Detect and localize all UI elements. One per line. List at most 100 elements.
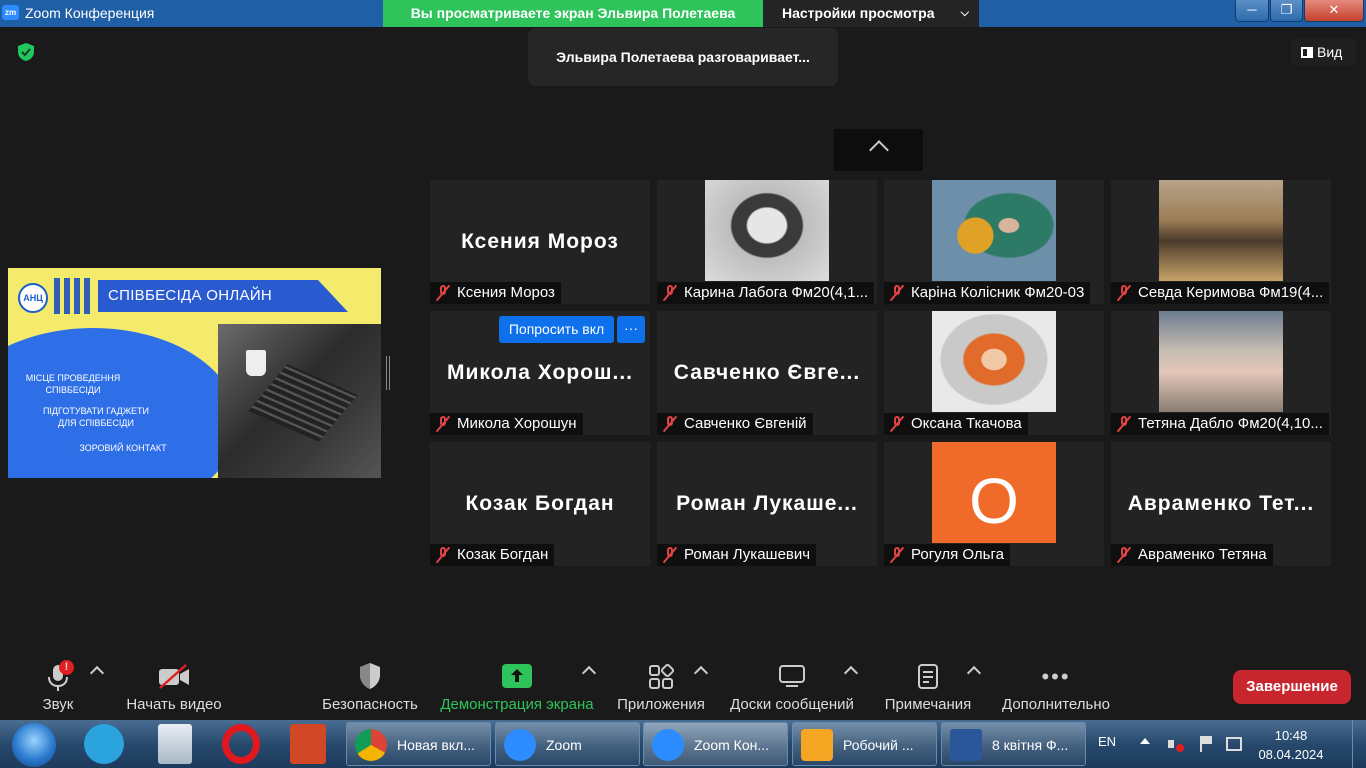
minimize-button[interactable]: ─ (1235, 0, 1269, 22)
muted-mic-icon (662, 415, 678, 433)
audio-alert-badge: ! (59, 660, 74, 675)
participant-name-label: Оксана Ткачова (884, 413, 1028, 435)
word-icon (950, 729, 982, 761)
shared-screen-view[interactable]: АНЦ СПІВБЕСІДА ОНЛАЙН МІСЦЕ ПРОВЕДЕННЯ С… (8, 268, 381, 478)
muted-mic-icon (889, 284, 905, 302)
participant-video (1159, 180, 1283, 281)
participant-tile[interactable]: Каріна Колісник Фм20-03 (884, 180, 1104, 304)
taskbar-chrome[interactable]: Новая вкл... (346, 722, 491, 766)
view-options-dropdown[interactable]: Настройки просмотра ⌵ (763, 0, 979, 27)
end-meeting-button[interactable]: Завершение (1233, 670, 1351, 704)
audio-label: Звук (42, 696, 74, 713)
participant-name-label: Савченко Євгеній (657, 413, 813, 435)
muted-mic-icon (662, 284, 678, 302)
muted-mic-icon (1116, 284, 1132, 302)
taskbar-pdf[interactable]: Робочий ... (792, 722, 937, 766)
participant-tile[interactable]: Тетяна Дабло Фм20(4,10... (1111, 311, 1331, 435)
opera-icon[interactable] (222, 724, 260, 764)
slide-pattern (54, 278, 94, 314)
clock-date: 08.04.2024 (1258, 747, 1324, 762)
zoom-icon (652, 729, 684, 761)
participant-name-label: Карина Лабога Фм20(4,1... (657, 282, 875, 304)
notes-icon (918, 664, 938, 689)
start-button[interactable] (12, 723, 56, 767)
slide-title: СПІВБЕСІДА ОНЛАЙН (98, 280, 348, 312)
security-button[interactable]: Безопасность (318, 660, 422, 716)
start-video-button[interactable]: Начать видео (120, 660, 228, 716)
cup-image (246, 350, 266, 376)
network-icon[interactable] (1226, 737, 1242, 751)
audio-options-caret[interactable] (89, 665, 105, 681)
participant-avatar: O (932, 442, 1056, 543)
chevron-down-icon: ⌵ (960, 7, 969, 19)
zoom-icon (504, 729, 536, 761)
calculator-icon[interactable] (158, 724, 192, 764)
more-label: Дополнительно (1002, 696, 1110, 713)
tile-more-button[interactable]: ··· (617, 316, 645, 343)
layout-icon (1301, 47, 1313, 58)
more-button[interactable]: ••• Дополнительно (998, 660, 1114, 716)
gallery-scroll-up-button[interactable] (834, 129, 923, 171)
show-desktop-button[interactable] (1352, 720, 1366, 768)
audio-button[interactable]: ! Звук (28, 660, 88, 716)
whiteboards-button[interactable]: Доски сообщений (726, 660, 858, 716)
shield-icon (360, 663, 380, 689)
muted-mic-icon (889, 546, 905, 564)
flag-icon[interactable] (1200, 736, 1214, 752)
restore-button[interactable]: ❐ (1270, 0, 1303, 22)
apps-button[interactable]: Приложения (614, 660, 708, 716)
participant-tile[interactable]: Козак Богдан Козак Богдан (430, 442, 650, 566)
view-button[interactable]: Вид (1291, 38, 1356, 66)
slide-text-3: ЗОРОВИЙ КОНТАКТ (79, 443, 167, 453)
share-screen-button[interactable]: Демонстрация экрана (438, 660, 596, 716)
video-off-icon (159, 664, 189, 689)
more-dots-icon: ••• (1041, 664, 1071, 689)
participant-name-label: Каріна Колісник Фм20-03 (884, 282, 1091, 304)
participant-name-label: Роман Лукашевич (657, 544, 817, 566)
window-title: Zoom Конференция (25, 5, 155, 21)
muted-mic-icon (1116, 546, 1132, 564)
start-video-label: Начать видео (126, 696, 222, 713)
system-clock[interactable]: 10:48 08.04.2024 (1255, 726, 1327, 764)
security-label: Безопасность (322, 696, 418, 713)
clock-time: 10:48 (1274, 728, 1308, 743)
participant-tile[interactable]: Роман Лукаше... Роман Лукашевич (657, 442, 877, 566)
muted-mic-icon (435, 284, 451, 302)
taskbar-word[interactable]: 8 квітня Ф... (941, 722, 1086, 766)
participant-tile[interactable]: Севда Керимова Фм19(4... (1111, 180, 1331, 304)
taskbar-zoom-meeting[interactable]: Zoom Кон... (643, 722, 788, 766)
muted-mic-icon (435, 415, 451, 433)
participant-tile[interactable]: O Рогуля Ольга (884, 442, 1104, 566)
whiteboard-icon (779, 665, 805, 687)
taskbar-zoom[interactable]: Zoom (495, 722, 640, 766)
participant-tile[interactable]: Карина Лабога Фм20(4,1... (657, 180, 877, 304)
close-button[interactable]: ✕ (1304, 0, 1364, 22)
slide-text-2: ПІДГОТУВАТИ ГАДЖЕТИ ДЛЯ СПІВБЕСІДИ (42, 406, 150, 428)
powerpoint-icon[interactable] (290, 724, 326, 764)
participant-video (705, 180, 829, 281)
view-options-label: Настройки просмотра (782, 5, 935, 21)
participant-tile[interactable]: Авраменко Тет... Авраменко Тетяна (1111, 442, 1331, 566)
split-view-handle[interactable] (386, 356, 390, 390)
speaker-muted-icon[interactable] (1168, 736, 1184, 752)
participant-name-label: Микола Хорошун (430, 413, 583, 435)
telegram-icon[interactable] (84, 724, 124, 764)
participant-video (932, 180, 1056, 281)
anc-logo: АНЦ (18, 283, 48, 313)
notes-label: Примечания (884, 696, 972, 713)
chrome-icon (355, 729, 387, 761)
muted-mic-icon (1116, 415, 1132, 433)
participant-name-label: Рогуля Ольга (884, 544, 1010, 566)
apps-label: Приложения (617, 696, 705, 713)
notes-button[interactable]: Примечания (880, 660, 976, 716)
participant-name-label: Севда Керимова Фм19(4... (1111, 282, 1330, 304)
ask-to-unmute-button[interactable]: Попросить вкл (499, 316, 614, 343)
participant-tile[interactable]: Оксана Ткачова (884, 311, 1104, 435)
security-shield-icon[interactable] (16, 42, 36, 62)
tray-expand-icon[interactable] (1140, 738, 1150, 744)
participant-tile[interactable]: Ксения Мороз Ксения Мороз (430, 180, 650, 304)
participant-name-label: Ксения Мороз (430, 282, 561, 304)
participant-tile[interactable]: Савченко Євге... Савченко Євгеній (657, 311, 877, 435)
pdf-icon (801, 729, 833, 761)
language-indicator[interactable]: EN (1098, 734, 1116, 749)
